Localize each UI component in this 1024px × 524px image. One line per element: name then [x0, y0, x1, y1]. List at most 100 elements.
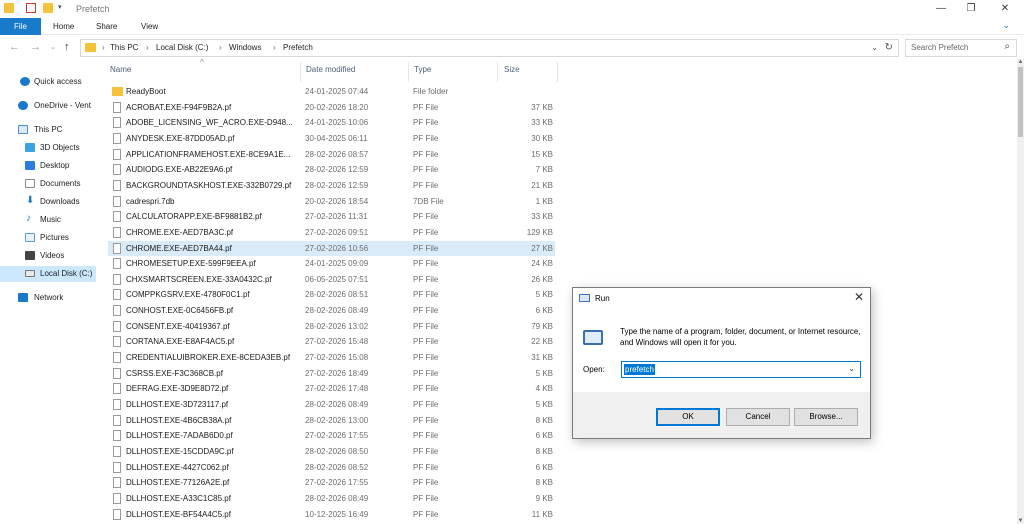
- file-row[interactable]: cadrespri.7db 20-02-2026 18:54 7DB File 1 K…: [108, 194, 555, 210]
- file-row[interactable]: AUDIODG.EXE-AB22E9A6.pf 28-02-2026 12:59 P…: [108, 162, 555, 178]
- file-row[interactable]: CONSENT.EXE-40419367.pf 28-02-2026 13:02 P…: [108, 319, 555, 335]
- file-row[interactable]: CONHOST.EXE-0C6456FB.pf 28-02-2026 08:49 P…: [108, 303, 555, 319]
- nav-item-desktop[interactable]: Desktop: [0, 158, 96, 174]
- tab-view[interactable]: View: [141, 18, 158, 35]
- file-row[interactable]: CHROME.EXE-AED7BA3C.pf 27-02-2026 09:51 PF…: [108, 225, 555, 241]
- chevron-down-icon[interactable]: ⌄: [848, 364, 855, 373]
- file-icon: [113, 117, 121, 129]
- column-divider[interactable]: [557, 62, 558, 82]
- file-row[interactable]: DLLHOST.EXE-4427C062.pf 28-02-2026 08:52 P…: [108, 460, 555, 476]
- file-row[interactable]: CREDENTIALUIBROKER.EXE-8CEDA3EB.pf 27-02-…: [108, 350, 555, 366]
- file-icon: [113, 273, 121, 285]
- cancel-button[interactable]: Cancel: [726, 408, 790, 426]
- run-close-button[interactable]: ✕: [854, 290, 864, 304]
- file-row[interactable]: ACROBAT.EXE-F94F9B2A.pf 20-02-2026 18:20 P…: [108, 100, 555, 116]
- drive-icon: [25, 270, 35, 277]
- file-row[interactable]: DLLHOST.EXE-4B6CB38A.pf 28-02-2026 13:00 P…: [108, 413, 555, 429]
- column-header-type[interactable]: Type: [414, 65, 431, 74]
- file-name: ReadyBoot: [126, 87, 166, 96]
- up-icon[interactable]: ↑: [64, 41, 70, 53]
- file-row[interactable]: CHXSMARTSCREEN.EXE-33A0432C.pf 06-05-2025…: [108, 272, 555, 288]
- file-row[interactable]: ANYDESK.EXE-87DD05AD.pf 30-04-2025 06:11 P…: [108, 131, 555, 147]
- file-date: 27-02-2026 15:08: [305, 353, 369, 363]
- customize-quick-access-icon[interactable]: ▾: [58, 3, 62, 11]
- recent-locations-icon[interactable]: ⌄: [50, 43, 56, 51]
- nav-item-documents[interactable]: Documents: [0, 176, 96, 192]
- close-button[interactable]: ✕: [990, 0, 1020, 18]
- refresh-icon[interactable]: ↻: [885, 42, 893, 53]
- file-row[interactable]: DLLHOST.EXE-A33C1C85.pf 28-02-2026 08:49 P…: [108, 491, 555, 507]
- breadcrumb-this-pc[interactable]: This PC: [110, 43, 138, 52]
- breadcrumb-windows[interactable]: Windows: [229, 43, 261, 52]
- tab-home[interactable]: Home: [53, 18, 74, 35]
- browse-button[interactable]: Browse...: [794, 408, 858, 426]
- nav-item-network[interactable]: Network: [0, 290, 96, 306]
- breadcrumb-prefetch[interactable]: Prefetch: [283, 43, 313, 52]
- forward-icon[interactable]: →: [30, 41, 41, 53]
- breadcrumb-separator: ›: [219, 43, 222, 52]
- properties-icon[interactable]: [26, 3, 36, 13]
- nav-item-pictures[interactable]: Pictures: [0, 230, 96, 246]
- nav-item-local-disk[interactable]: Local Disk (C:): [0, 266, 96, 282]
- file-size: 5 KB: [535, 400, 553, 409]
- file-row[interactable]: BACKGROUNDTASKHOST.EXE-332B0729.pf 28-02-…: [108, 178, 555, 194]
- expand-ribbon-icon[interactable]: ⌄: [1002, 20, 1010, 31]
- file-type: PF File: [413, 180, 439, 190]
- back-icon[interactable]: ←: [9, 41, 20, 53]
- folder-row[interactable]: ReadyBoot 24-01-2025 07:44 File folder: [108, 84, 555, 100]
- address-history-icon[interactable]: ⌄: [871, 43, 878, 52]
- tab-file[interactable]: File: [0, 18, 41, 35]
- file-date: 27-02-2026 10:56: [305, 243, 369, 253]
- column-header-size[interactable]: Size: [504, 65, 520, 74]
- nav-item-music[interactable]: ♪ Music: [0, 212, 96, 228]
- column-header-name[interactable]: Name: [110, 65, 131, 74]
- open-label: Open:: [583, 365, 605, 374]
- music-icon: ♪: [26, 213, 31, 224]
- file-type: PF File: [413, 149, 439, 159]
- file-row[interactable]: DLLHOST.EXE-3D723117.pf 28-02-2026 08:49 P…: [108, 397, 555, 413]
- file-row[interactable]: APPLICATIONFRAMEHOST.EXE-8CE9A1E... 28-02…: [108, 147, 555, 163]
- file-row[interactable]: ADOBE_LICENSING_WF_ACRO.EXE-D948... 24-01…: [108, 115, 555, 131]
- nav-item-downloads[interactable]: ⬇ Downloads: [0, 194, 96, 210]
- file-row[interactable]: CALCULATORAPP.EXE-BF9881B2.pf 27-02-2026 …: [108, 209, 555, 225]
- restore-button[interactable]: ❐: [956, 0, 986, 18]
- file-row[interactable]: DEFRAG.EXE-3D9E8D72.pf 27-02-2026 17:48 PF…: [108, 381, 555, 397]
- search-input[interactable]: Search Prefetch ⌕: [905, 39, 1017, 57]
- file-icon: [113, 226, 121, 238]
- file-row[interactable]: DLLHOST.EXE-77126A2E.pf 27-02-2026 17:55 P…: [108, 475, 555, 491]
- column-divider[interactable]: [300, 62, 301, 82]
- column-divider[interactable]: [497, 62, 498, 82]
- file-name: DLLHOST.EXE-7ADAB6D0.pf: [126, 431, 233, 441]
- breadcrumb-local-disk[interactable]: Local Disk (C:): [156, 43, 208, 52]
- scroll-thumb[interactable]: [1018, 67, 1023, 137]
- tab-share[interactable]: Share: [96, 18, 117, 35]
- nav-item-this-pc[interactable]: This PC: [0, 122, 96, 138]
- file-name: DEFRAG.EXE-3D9E8D72.pf: [126, 384, 229, 394]
- file-row[interactable]: DLLHOST.EXE-15CDDA9C.pf 28-02-2026 08:50 P…: [108, 444, 555, 460]
- nav-item-videos[interactable]: Videos: [0, 248, 96, 264]
- new-folder-icon[interactable]: [43, 3, 53, 13]
- file-row[interactable]: CSRSS.EXE-F3C368CB.pf 27-02-2026 18:49 PF …: [108, 366, 555, 382]
- column-header-date[interactable]: Date modified: [306, 65, 355, 74]
- address-bar[interactable]: › This PC › Local Disk (C:) › Windows › …: [80, 39, 899, 57]
- nav-item-onedrive[interactable]: OneDrive - Vent: [0, 98, 96, 114]
- navigation-pane: Quick access OneDrive - Vent This PC 3D …: [0, 62, 96, 524]
- scroll-up-icon[interactable]: ▲: [1017, 59, 1024, 65]
- scroll-down-icon[interactable]: ▼: [1017, 518, 1024, 524]
- file-row[interactable]: CORTANA.EXE-E8AF4AC5.pf 27-02-2026 15:48 P…: [108, 334, 555, 350]
- file-row[interactable]: COMPPKGSRV.EXE-4780F0C1.pf 28-02-2026 08:…: [108, 287, 555, 303]
- file-row[interactable]: CHROME.EXE-AED7BA44.pf 27-02-2026 10:56 PF…: [108, 240, 555, 256]
- ok-button[interactable]: OK: [656, 408, 720, 426]
- file-row[interactable]: DLLHOST.EXE-7ADAB6D0.pf 27-02-2026 17:55 P…: [108, 428, 555, 444]
- nav-item-3d-objects[interactable]: 3D Objects: [0, 140, 96, 156]
- column-divider[interactable]: [408, 62, 409, 82]
- run-open-input[interactable]: prefetch ⌄: [621, 361, 861, 378]
- file-row[interactable]: DLLHOST.EXE-BF54A4C5.pf 10-12-2025 16:49 P…: [108, 507, 555, 523]
- file-icon: [113, 430, 121, 442]
- vertical-scrollbar[interactable]: ▲ ▼: [1017, 59, 1024, 524]
- file-row[interactable]: CHROMESETUP.EXE-599F9EEA.pf 24-01-2025 09…: [108, 256, 555, 272]
- file-type: PF File: [413, 290, 439, 300]
- file-icon: [113, 399, 121, 410]
- nav-item-quick-access[interactable]: Quick access: [0, 74, 96, 90]
- minimize-button[interactable]: —: [926, 0, 956, 18]
